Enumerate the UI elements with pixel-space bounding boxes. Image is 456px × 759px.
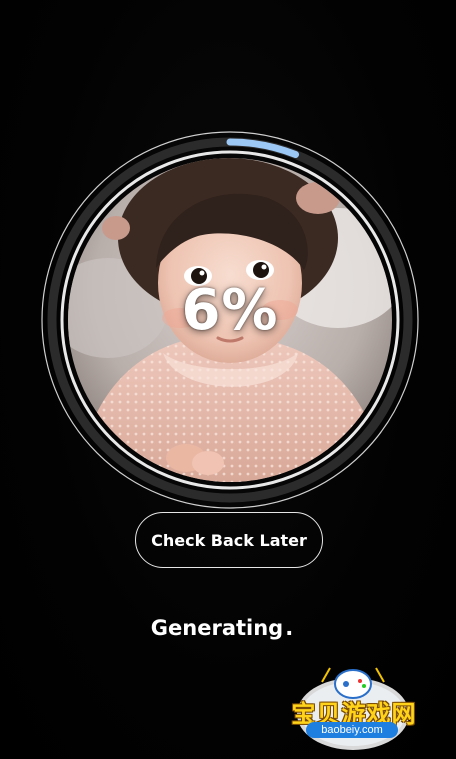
site-watermark: 宝贝游戏网 baobeiy.com (278, 662, 428, 752)
check-back-later-button[interactable]: Check Back Later (135, 512, 323, 568)
generation-screen: 6% Check Back Later Generating. 宝贝游戏网 ba… (0, 0, 456, 759)
status-label: Generating (150, 616, 284, 640)
watermark-url: baobeiy.com (306, 722, 398, 738)
generating-status: Generating. (0, 616, 444, 640)
progress-percentage: 6% (181, 278, 279, 343)
status-dots: . (285, 616, 294, 640)
